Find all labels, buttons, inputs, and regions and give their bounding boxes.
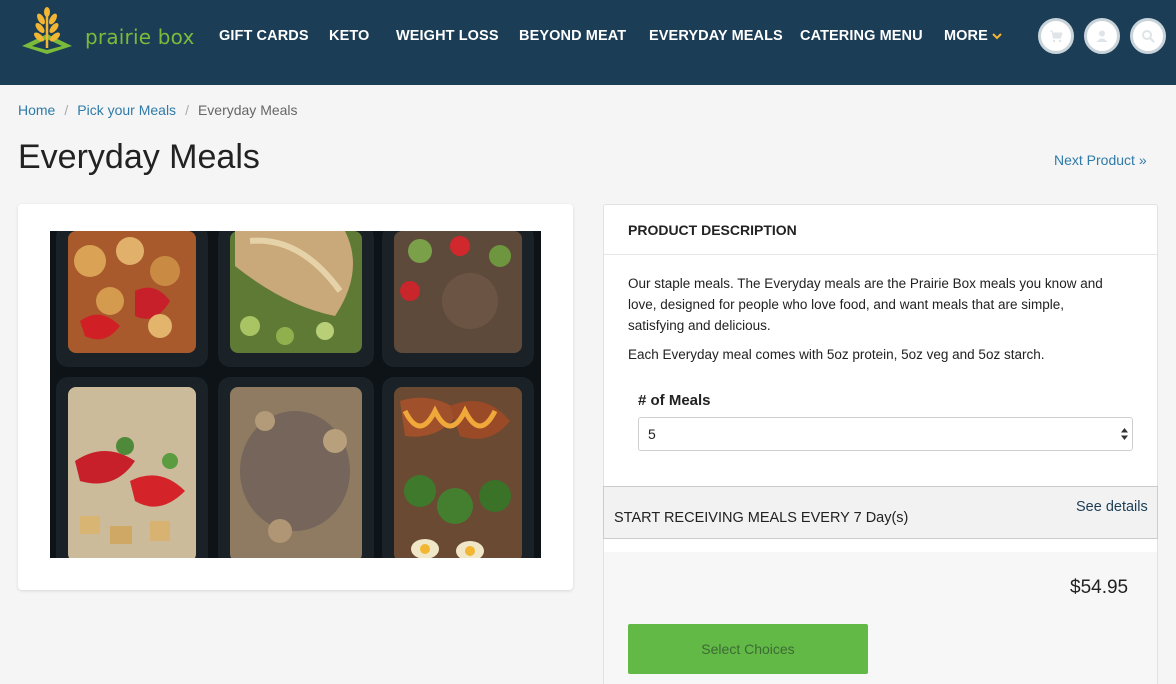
product-image-card — [18, 204, 573, 590]
cart-icon — [1050, 30, 1063, 43]
nav-keto[interactable]: KETO — [329, 28, 369, 44]
description-paragraph: Each Everyday meal comes with 5oz protei… — [628, 347, 1045, 362]
description-paragraph: Our staple meals. The Everyday meals are… — [628, 276, 1103, 333]
breadcrumb-separator: / — [64, 102, 69, 118]
search-button[interactable] — [1130, 18, 1166, 54]
nav-more[interactable]: MORE — [944, 28, 988, 44]
select-choices-button[interactable]: Select Choices — [628, 624, 868, 674]
site-header: prairie box GIFT CARDS KETO WEIGHT LOSS … — [0, 0, 1176, 85]
chevron-down-icon[interactable] — [991, 30, 1003, 42]
product-price: $54.95 — [1070, 577, 1129, 598]
nav-weight-loss[interactable]: WEIGHT LOSS — [396, 28, 499, 44]
search-icon — [1142, 30, 1155, 43]
breadcrumb: Home / Pick your Meals / Everyday Meals — [18, 102, 298, 118]
see-details-link[interactable]: See details — [1076, 499, 1148, 515]
nav-gift-cards[interactable]: GIFT CARDS — [219, 28, 309, 44]
brand-name[interactable]: prairie box — [85, 25, 195, 49]
breadcrumb-pick-your-meals[interactable]: Pick your Meals — [77, 102, 176, 118]
nav-beyond-meat[interactable]: BEYOND MEAT — [519, 28, 626, 44]
select-arrows-icon — [1121, 428, 1128, 440]
meals-count-label: # of Meals — [638, 392, 711, 409]
breadcrumb-current: Everyday Meals — [197, 102, 298, 118]
meals-count-select[interactable]: 5 — [638, 417, 1133, 451]
page-title: Everyday Meals — [18, 138, 260, 176]
account-button[interactable] — [1084, 18, 1120, 54]
wheat-icon — [22, 7, 72, 54]
breadcrumb-home[interactable]: Home — [18, 102, 55, 118]
purchase-area: $54.95 Select Choices — [604, 552, 1157, 684]
logo[interactable] — [18, 4, 76, 56]
product-description-panel: PRODUCT DESCRIPTION Our staple meals. Th… — [603, 204, 1158, 684]
description-heading: PRODUCT DESCRIPTION — [628, 222, 797, 238]
nav-catering-menu[interactable]: CATERING MENU — [800, 28, 923, 44]
meals-count-value: 5 — [648, 426, 656, 442]
user-icon — [1096, 30, 1108, 42]
next-product-link[interactable]: Next Product » — [1054, 152, 1147, 168]
subscription-box: START RECEIVING MEALS EVERY 7 Day(s) See… — [603, 486, 1158, 539]
product-image[interactable] — [50, 231, 541, 558]
subscription-text: START RECEIVING MEALS EVERY 7 Day(s) — [614, 510, 909, 526]
meal-containers-photo — [50, 231, 541, 558]
breadcrumb-separator: / — [185, 102, 189, 118]
cart-button[interactable] — [1038, 18, 1074, 54]
nav-everyday-meals[interactable]: EVERYDAY MEALS — [649, 28, 783, 44]
divider — [604, 254, 1157, 255]
